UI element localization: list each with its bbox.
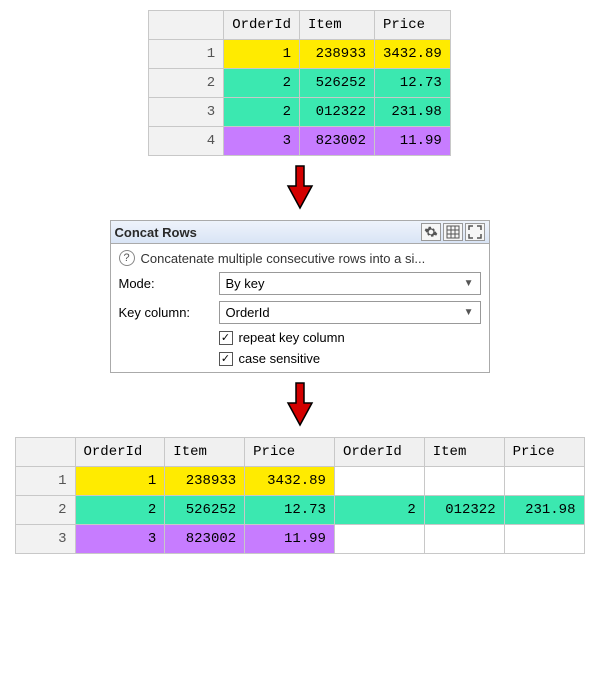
rownum-cell: 1	[149, 40, 224, 69]
rownum-cell: 4	[149, 127, 224, 156]
rownum-cell: 2	[15, 496, 75, 525]
arrow-down-icon	[285, 164, 315, 212]
data-cell	[504, 525, 584, 554]
col-header: OrderId	[334, 438, 424, 467]
data-cell: 1	[75, 467, 165, 496]
data-cell: 12.73	[245, 496, 335, 525]
rownum-cell: 3	[149, 98, 224, 127]
data-cell	[424, 467, 504, 496]
key-column-label: Key column:	[119, 305, 211, 320]
data-cell: 12.73	[375, 69, 451, 98]
expand-icon[interactable]	[465, 223, 485, 241]
table-row: 3382300211.99	[15, 525, 584, 554]
data-cell: 2	[334, 496, 424, 525]
data-cell: 1	[224, 40, 300, 69]
col-header: OrderId	[224, 11, 300, 40]
arrow-down-icon	[285, 381, 315, 429]
rownum-cell: 1	[15, 467, 75, 496]
key-column-value: OrderId	[226, 305, 270, 320]
table-row: 112389333432.89	[149, 40, 451, 69]
data-cell: 238933	[165, 467, 245, 496]
data-cell: 2	[224, 98, 300, 127]
data-cell: 3	[75, 525, 165, 554]
data-cell: 238933	[300, 40, 375, 69]
col-header: Item	[424, 438, 504, 467]
data-cell: 231.98	[504, 496, 584, 525]
data-cell: 3432.89	[375, 40, 451, 69]
case-sensitive-checkbox[interactable]: ✓	[219, 352, 233, 366]
mode-value: By key	[226, 276, 265, 291]
repeat-key-checkbox[interactable]: ✓	[219, 331, 233, 345]
panel-title: Concat Rows	[115, 225, 421, 240]
key-column-select[interactable]: OrderId ▼	[219, 301, 481, 324]
col-header: OrderId	[75, 438, 165, 467]
data-cell: 2	[75, 496, 165, 525]
table-row: 4382300211.99	[149, 127, 451, 156]
data-cell	[504, 467, 584, 496]
grid-icon[interactable]	[443, 223, 463, 241]
data-cell: 3432.89	[245, 467, 335, 496]
concat-rows-panel: Concat Rows ? Concatenate multiple conse…	[110, 220, 490, 373]
chevron-down-icon: ▼	[464, 307, 474, 318]
data-cell: 11.99	[375, 127, 451, 156]
col-header: Item	[165, 438, 245, 467]
case-sensitive-label: case sensitive	[239, 351, 321, 366]
rownum-header	[15, 438, 75, 467]
mode-select[interactable]: By key ▼	[219, 272, 481, 295]
table-row: 2252625212.73	[149, 69, 451, 98]
table-row: 112389333432.89	[15, 467, 584, 496]
data-cell: 012322	[300, 98, 375, 127]
output-table: OrderId Item Price OrderId Item Price 11…	[15, 437, 585, 554]
table-row: 2252625212.732012322231.98	[15, 496, 584, 525]
data-cell: 823002	[300, 127, 375, 156]
col-header: Item	[300, 11, 375, 40]
panel-titlebar: Concat Rows	[111, 221, 489, 244]
data-cell	[424, 525, 504, 554]
rownum-cell: 3	[15, 525, 75, 554]
data-cell	[334, 467, 424, 496]
mode-label: Mode:	[119, 276, 211, 291]
gear-icon[interactable]	[421, 223, 441, 241]
chevron-down-icon: ▼	[464, 278, 474, 289]
data-cell: 012322	[424, 496, 504, 525]
data-cell: 526252	[165, 496, 245, 525]
col-header: Price	[504, 438, 584, 467]
panel-description: Concatenate multiple consecutive rows in…	[141, 251, 426, 266]
data-cell: 3	[224, 127, 300, 156]
table-row: 32012322231.98	[149, 98, 451, 127]
data-cell: 2	[224, 69, 300, 98]
data-cell: 526252	[300, 69, 375, 98]
data-cell: 823002	[165, 525, 245, 554]
panel-description-row: ? Concatenate multiple consecutive rows …	[119, 250, 481, 266]
data-cell: 231.98	[375, 98, 451, 127]
input-table: OrderId Item Price 112389333432.89225262…	[148, 10, 451, 156]
data-cell	[334, 525, 424, 554]
repeat-key-label: repeat key column	[239, 330, 345, 345]
data-cell: 11.99	[245, 525, 335, 554]
col-header: Price	[245, 438, 335, 467]
rownum-cell: 2	[149, 69, 224, 98]
help-icon[interactable]: ?	[119, 250, 135, 266]
rownum-header	[149, 11, 224, 40]
col-header: Price	[375, 11, 451, 40]
